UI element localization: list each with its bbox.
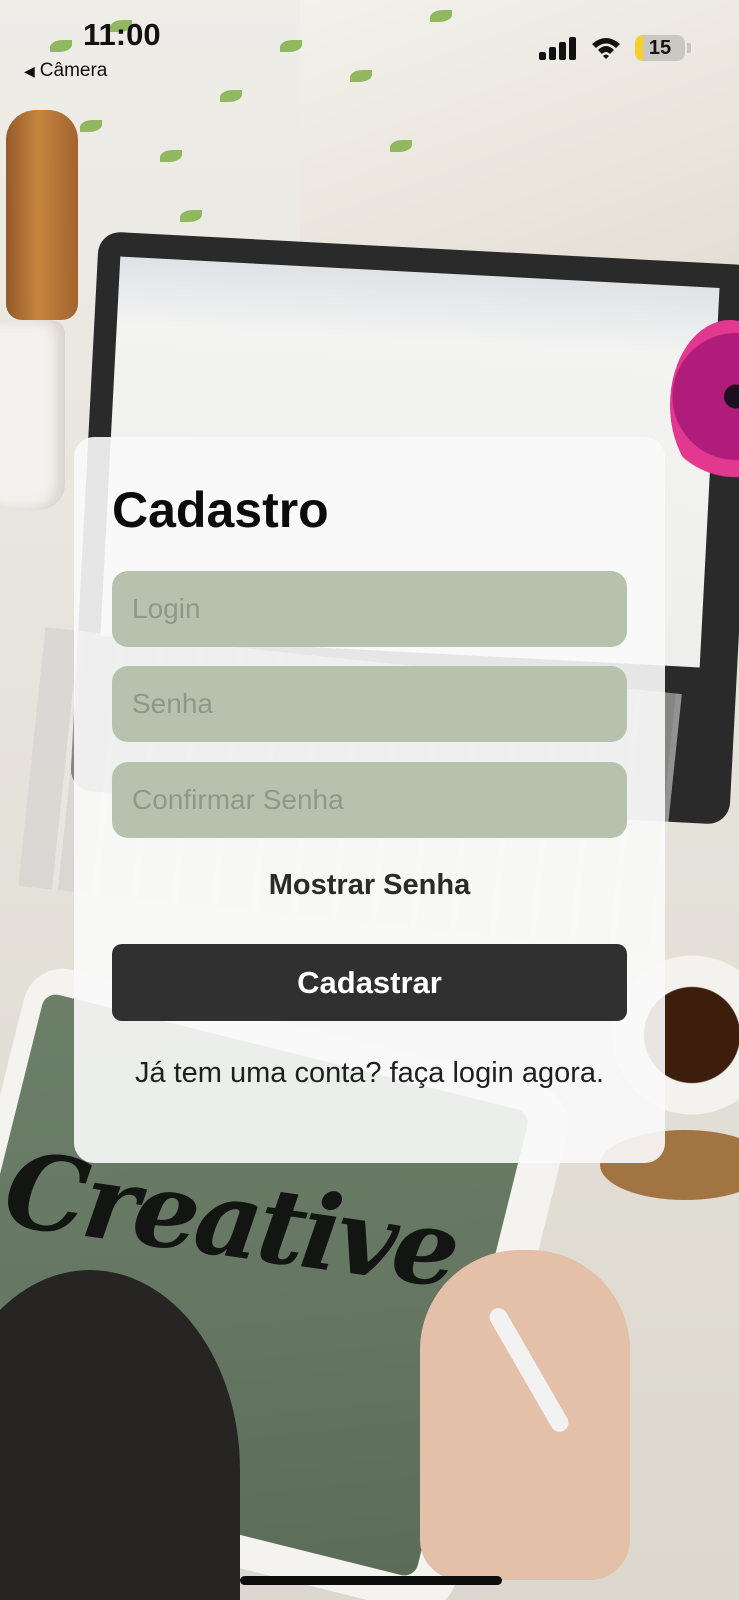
status-bar: 11:00 ◀ Câmera 15 xyxy=(0,0,739,90)
status-time: 11:00 xyxy=(83,17,161,52)
home-indicator[interactable] xyxy=(240,1576,502,1585)
background-mug xyxy=(0,320,65,510)
login-link[interactable]: Já tem uma conta? faça login agora. xyxy=(134,1053,605,1093)
back-to-camera-link[interactable]: ◀ Câmera xyxy=(24,60,107,82)
confirm-password-input[interactable] xyxy=(112,762,627,838)
battery-cap xyxy=(687,43,691,53)
battery-level-text: 15 xyxy=(648,37,672,59)
show-password-toggle[interactable]: Mostrar Senha xyxy=(74,869,665,902)
page-title: Cadastro xyxy=(112,482,329,538)
signup-card: Cadastro Mostrar Senha Cadastrar Já tem … xyxy=(74,437,665,1163)
background-hand xyxy=(420,1250,630,1580)
wifi-icon xyxy=(592,38,620,59)
signup-button[interactable]: Cadastrar xyxy=(112,944,627,1021)
battery-icon: 15 xyxy=(635,35,685,61)
back-to-camera-label: Câmera xyxy=(39,60,108,81)
password-input[interactable] xyxy=(112,666,627,742)
login-input[interactable] xyxy=(112,571,627,647)
cellular-signal-icon xyxy=(539,36,577,60)
background-vase xyxy=(6,110,78,320)
back-arrow-icon: ◀ xyxy=(24,63,35,79)
